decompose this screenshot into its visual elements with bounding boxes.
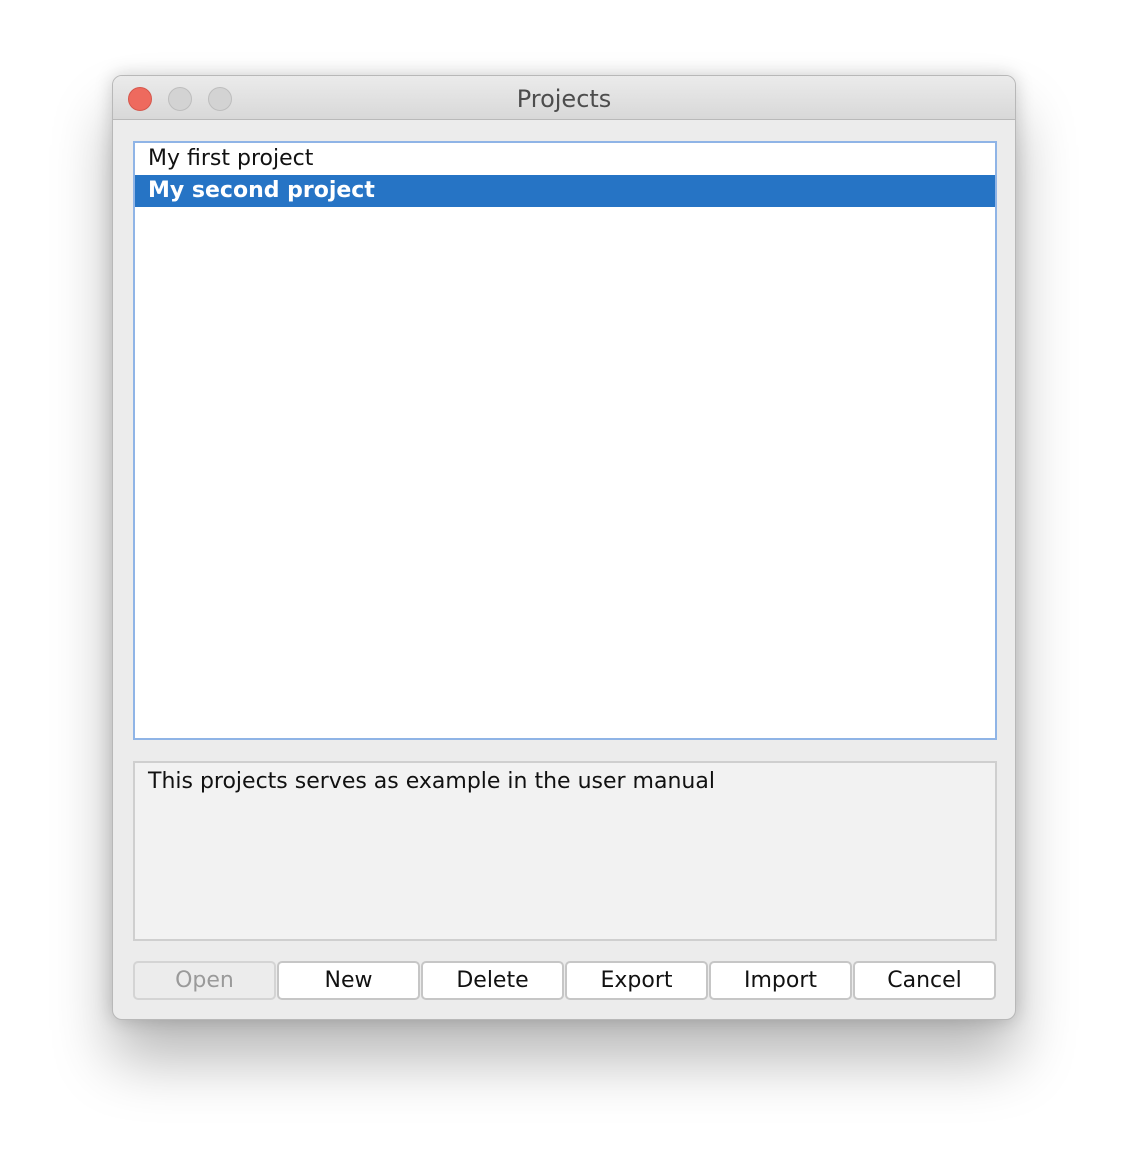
- button-bar: Open New Delete Export Import Cancel: [133, 961, 997, 1001]
- open-button[interactable]: Open: [133, 961, 276, 1000]
- projects-dialog: Projects My first project My second proj…: [112, 75, 1016, 1020]
- list-item-first-project[interactable]: My first project: [135, 143, 995, 175]
- new-button[interactable]: New: [277, 961, 420, 1000]
- import-button[interactable]: Import: [709, 961, 852, 1000]
- list-item-second-project[interactable]: My second project: [135, 175, 995, 207]
- title-bar[interactable]: Projects: [113, 76, 1015, 120]
- export-button[interactable]: Export: [565, 961, 708, 1000]
- window-title: Projects: [516, 85, 612, 113]
- cancel-button[interactable]: Cancel: [853, 961, 996, 1000]
- project-list[interactable]: My first project My second project: [133, 141, 997, 740]
- delete-button[interactable]: Delete: [421, 961, 564, 1000]
- project-description: This projects serves as example in the u…: [133, 761, 997, 941]
